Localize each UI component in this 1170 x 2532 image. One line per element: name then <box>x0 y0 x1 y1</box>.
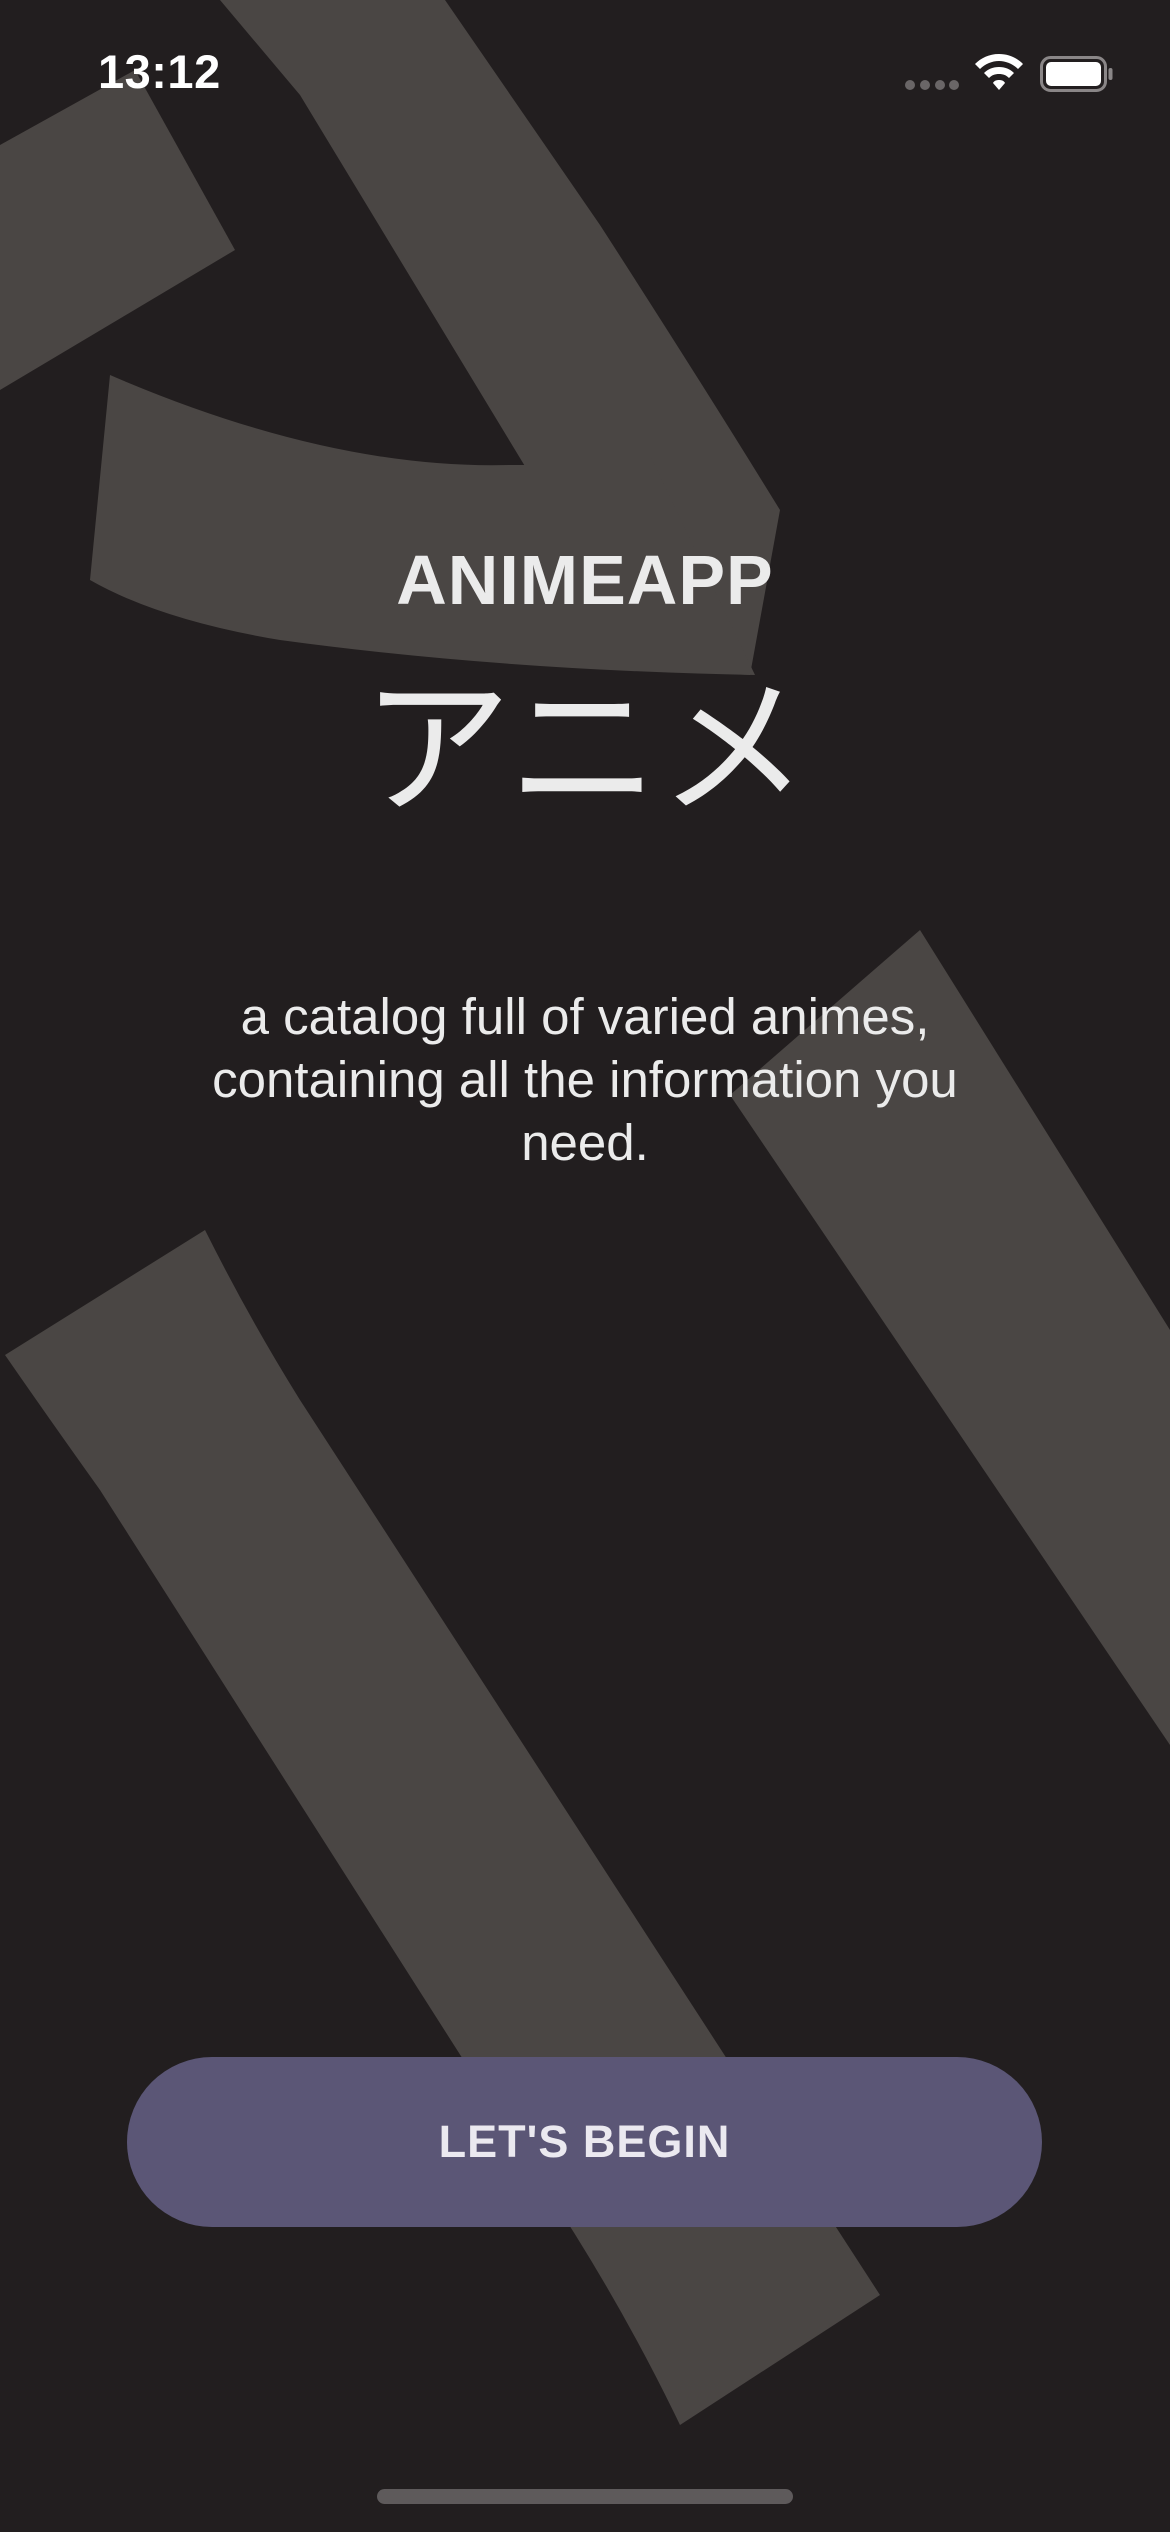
app-title-japanese: アニメ <box>361 663 809 837</box>
lets-begin-button[interactable]: LET'S BEGIN <box>127 2057 1042 2227</box>
status-time: 13:12 <box>98 45 221 98</box>
home-indicator[interactable] <box>377 2489 793 2504</box>
battery-icon <box>1040 56 1113 92</box>
cellular-signal-icon <box>905 80 959 90</box>
app-title: ANIMEAPP <box>396 541 774 619</box>
welcome-screen: 13:12 ANIMEAPP アニメ a catalog full of var… <box>0 0 1170 2532</box>
app-description: a catalog full of varied animes, contain… <box>212 988 958 1171</box>
wifi-icon <box>975 54 1023 90</box>
